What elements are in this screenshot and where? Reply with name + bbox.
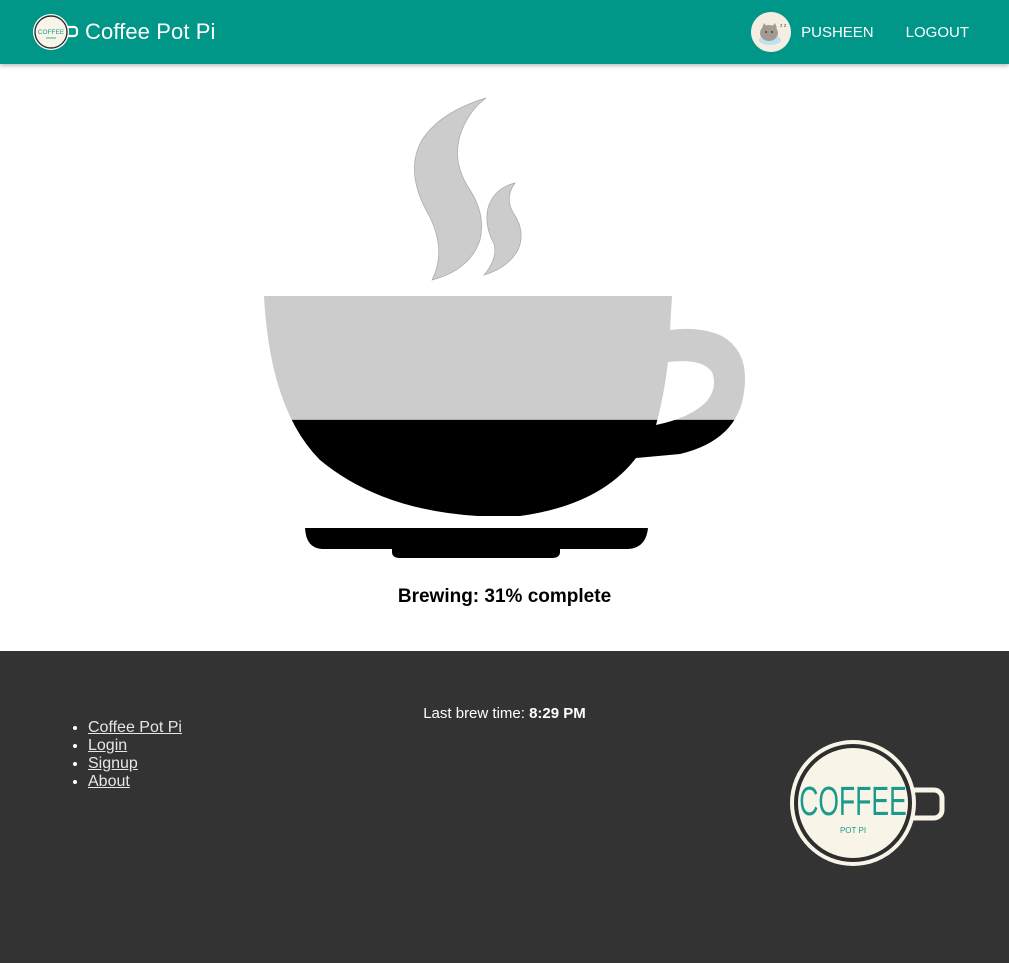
steam-small [483, 182, 522, 276]
logo-main-text: COFFEE [799, 779, 907, 824]
footer-link-item: Login [88, 737, 182, 755]
last-brew-label: Last brew time: [423, 705, 525, 722]
nav-right: z z PUSHEEN LOGOUT [751, 12, 969, 52]
coffee-fill [264, 419, 746, 516]
footer-link-signup[interactable]: Signup [88, 755, 138, 772]
brew-status: Brewing: 31% complete [397, 586, 612, 607]
logo-text: COFFEE [38, 29, 65, 36]
brewing-coffee-cup [264, 97, 746, 558]
brand-link[interactable]: COFFEE Coffee Pot Pi [32, 12, 216, 52]
brand-title: Coffee Pot Pi [85, 19, 216, 44]
top-navbar: COFFEE Coffee Pot Pi z z PUSHEEN LOGOUT [0, 0, 1009, 64]
footer-link-item: Signup [88, 755, 182, 773]
avatar[interactable]: z z [751, 12, 792, 52]
cat-avatar-icon: z z [751, 12, 792, 52]
footer-link-about[interactable]: About [88, 773, 130, 790]
logo-sub-text: POT PI [840, 826, 866, 835]
footer-link-login[interactable]: Login [88, 737, 127, 754]
logout-link[interactable]: LOGOUT [906, 24, 969, 41]
svg-text:z z: z z [780, 23, 787, 29]
footer-links: Coffee Pot Pi Login Signup About [88, 719, 182, 791]
last-brew-value: 8:29 PM [529, 705, 586, 722]
footer-link-item: About [88, 773, 182, 791]
footer: Coffee Pot Pi Login Signup About Last br… [0, 651, 1009, 963]
saucer [305, 528, 648, 558]
steam-large [414, 97, 487, 281]
coffee-pot-pi-logo: COFFEE POT PI [790, 740, 945, 866]
last-brew-time: Last brew time: 8:29 PM [0, 705, 1009, 722]
coffee-logo-icon: COFFEE [33, 14, 79, 50]
main-content: Brewing: 31% complete [0, 64, 1009, 651]
username-link[interactable]: PUSHEEN [801, 24, 874, 41]
